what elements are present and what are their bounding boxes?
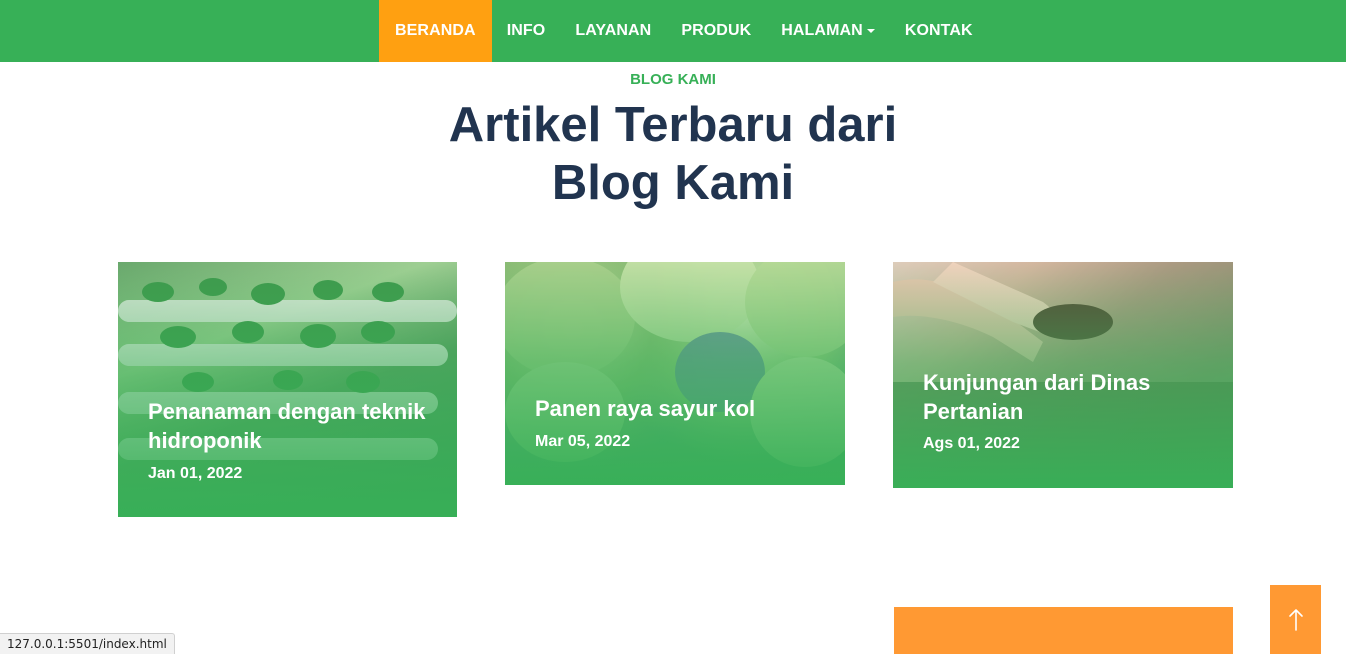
nav-item-label: PRODUK (681, 22, 752, 39)
nav-item-info[interactable]: INFO (492, 0, 561, 62)
main-navbar: BERANDA INFO LAYANAN PRODUK HALAMAN KONT… (0, 0, 1346, 62)
section-title-line-1: Artikel Terbaru dari (448, 98, 898, 152)
card-title[interactable]: Penanaman dengan teknik hidroponik (148, 397, 433, 455)
section-tag: BLOG KAMI (630, 71, 716, 88)
footer-accent-block (894, 607, 1233, 654)
card-date: Jan 01, 2022 (148, 465, 243, 482)
nav-item-beranda[interactable]: BERANDA (379, 0, 492, 62)
nav-item-label: HALAMAN (781, 22, 863, 39)
scroll-to-top-button[interactable] (1270, 585, 1321, 654)
nav-item-kontak[interactable]: KONTAK (890, 0, 988, 62)
card-date: Ags 01, 2022 (923, 435, 1020, 452)
nav-item-label: BERANDA (395, 22, 476, 39)
section-title-line-2: Blog Kami (551, 156, 795, 210)
blog-card[interactable]: Kunjungan dari Dinas Pertanian Ags 01, 2… (893, 262, 1233, 488)
card-overlay (505, 262, 845, 485)
caret-down-icon (866, 29, 875, 33)
section-title: Artikel Terbaru dari Blog Kami (423, 96, 923, 212)
card-title[interactable]: Panen raya sayur kol (535, 394, 821, 423)
nav-item-label: INFO (506, 22, 546, 39)
card-title[interactable]: Kunjungan dari Dinas Pertanian (923, 368, 1209, 426)
browser-status-bar-url: 127.0.0.1:5501/index.html (0, 633, 175, 654)
nav-item-label: LAYANAN (575, 22, 652, 39)
nav-item-halaman-dropdown[interactable]: HALAMAN (766, 0, 890, 62)
blog-card[interactable]: Panen raya sayur kol Mar 05, 2022 (505, 262, 845, 485)
nav-item-produk[interactable]: PRODUK (666, 0, 766, 62)
nav-menu: BERANDA INFO LAYANAN PRODUK HALAMAN KONT… (379, 0, 988, 62)
blog-card[interactable]: Penanaman dengan teknik hidroponik Jan 0… (118, 262, 457, 517)
nav-item-layanan[interactable]: LAYANAN (560, 0, 666, 62)
nav-item-label: KONTAK (904, 22, 973, 39)
card-date: Mar 05, 2022 (535, 433, 631, 450)
arrow-up-icon (1288, 608, 1303, 631)
